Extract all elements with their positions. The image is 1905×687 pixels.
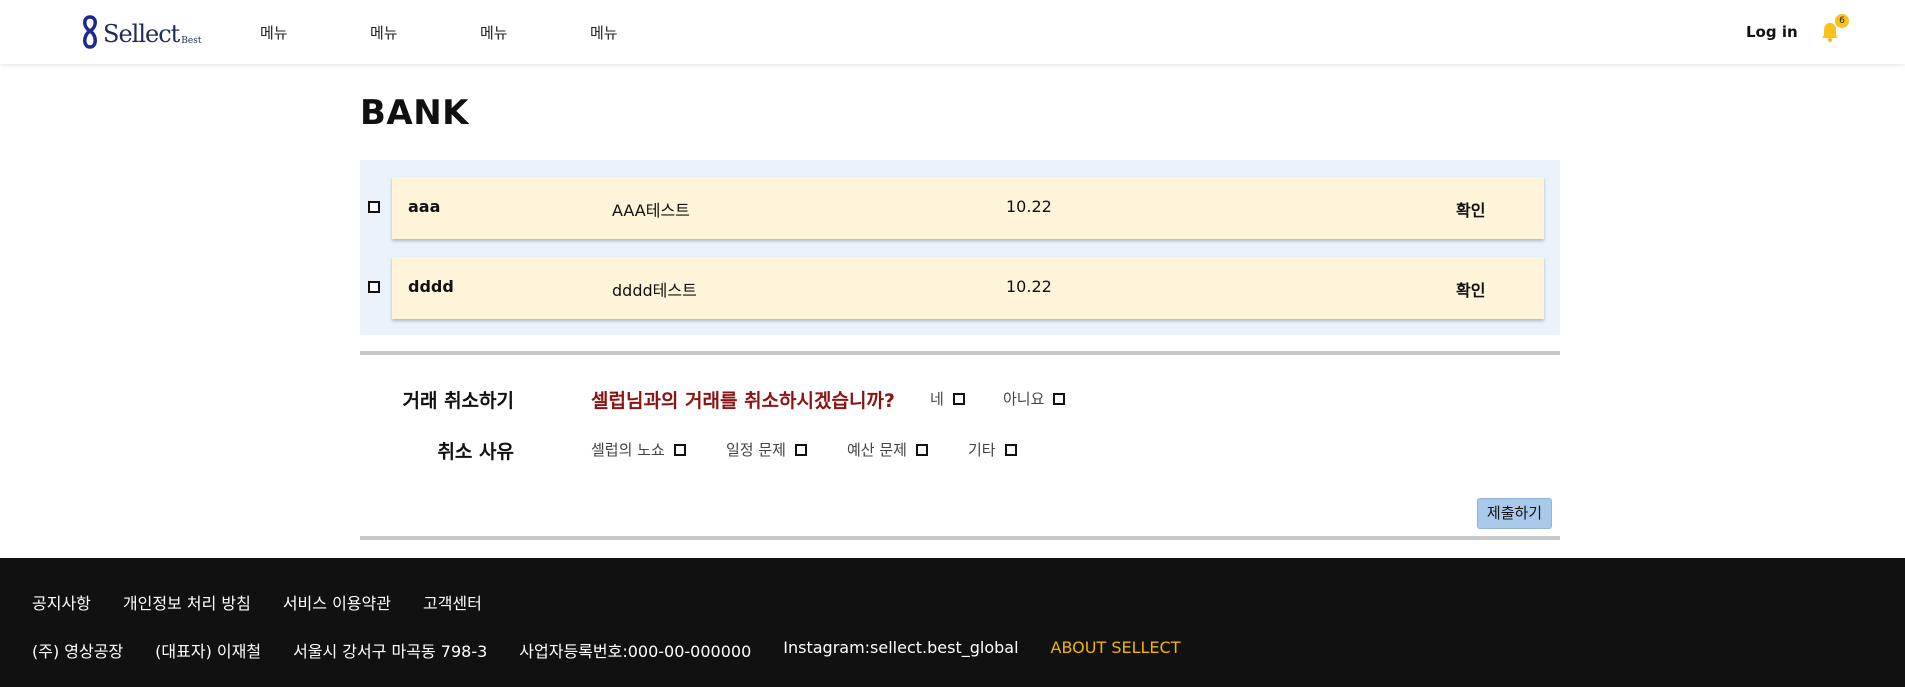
- logo-icon: [83, 15, 97, 49]
- footer-instagram: Instagram:sellect.best_global: [783, 638, 1019, 657]
- menu-item-3[interactable]: 메뉴: [480, 22, 590, 43]
- confirm-button[interactable]: 확인: [1456, 197, 1485, 221]
- menu-item-1[interactable]: 메뉴: [260, 22, 370, 43]
- footer-link-privacy[interactable]: 개인정보 처리 방침: [123, 590, 251, 614]
- footer-link-notice[interactable]: 공지사항: [32, 590, 91, 614]
- no-checkbox[interactable]: [1053, 392, 1066, 405]
- menu-item-4[interactable]: 메뉴: [590, 22, 700, 43]
- main-menu: 메뉴 메뉴 메뉴 메뉴: [260, 22, 700, 43]
- row-date: 10.22: [1006, 197, 1052, 216]
- about-link[interactable]: ABOUT SELLECT: [1051, 638, 1181, 662]
- row-description: AAA테스트: [612, 201, 690, 220]
- reason-budget-label: 예산 문제: [847, 441, 907, 459]
- cancel-label: 거래 취소하기: [402, 390, 515, 412]
- logo-text: Sellect: [103, 20, 180, 48]
- reason-schedule-label: 일정 문제: [726, 441, 786, 459]
- footer-business-no: 사업자등록번호:000-00-000000: [519, 642, 752, 661]
- row-description: dddd테스트: [612, 281, 697, 300]
- cancel-question: 셀럽님과의 거래를 취소하시겠습니까?: [591, 390, 895, 412]
- reason-other[interactable]: 기타: [968, 439, 1017, 460]
- footer-address: 서울시 강서구 마곡동 798-3: [293, 642, 488, 661]
- table-row: dddd dddd테스트 10.22 확인: [392, 257, 1544, 319]
- footer-links: 공지사항 개인정보 처리 방침 서비스 이용약관 고객센터: [32, 590, 514, 614]
- reason-other-checkbox[interactable]: [1004, 443, 1017, 456]
- submit-button[interactable]: 제출하기: [1477, 498, 1552, 529]
- reason-schedule[interactable]: 일정 문제: [726, 439, 807, 460]
- reason-schedule-checkbox[interactable]: [794, 443, 807, 456]
- page-title: BANK: [360, 93, 470, 133]
- footer-company: (주) 영상공장: [32, 642, 124, 661]
- notification-badge: 6: [1835, 14, 1849, 28]
- menu-item-2[interactable]: 메뉴: [370, 22, 480, 43]
- footer-info: (주) 영상공장 (대표자) 이재철 서울시 강서구 마곡동 798-3 사업자…: [32, 638, 1212, 662]
- top-nav-bar: Sellect Best 메뉴 메뉴 메뉴 메뉴 Log in 6: [0, 0, 1905, 64]
- row-name: aaa: [408, 197, 441, 216]
- reason-other-label: 기타: [968, 441, 996, 459]
- option-no-label: 아니요: [1003, 390, 1045, 408]
- row-checkbox[interactable]: [368, 201, 380, 213]
- section-divider: [360, 536, 1560, 540]
- confirm-button[interactable]: 확인: [1456, 277, 1485, 301]
- footer: 공지사항 개인정보 처리 방침 서비스 이용약관 고객센터 (주) 영상공장 (…: [0, 558, 1905, 687]
- option-yes[interactable]: 네: [930, 388, 965, 409]
- reason-no-show-label: 셀럽의 노쇼: [591, 441, 665, 459]
- section-divider: [360, 351, 1560, 355]
- row-checkbox[interactable]: [368, 281, 380, 293]
- footer-ceo: (대표자) 이재철: [155, 642, 262, 661]
- footer-link-terms[interactable]: 서비스 이용약관: [283, 590, 391, 614]
- table-row: aaa AAA테스트 10.22 확인: [392, 177, 1544, 239]
- reason-no-show-checkbox[interactable]: [673, 443, 686, 456]
- row-name: dddd: [408, 277, 454, 296]
- reason-budget-checkbox[interactable]: [915, 443, 928, 456]
- option-no[interactable]: 아니요: [1003, 388, 1066, 409]
- reason-label: 취소 사유: [437, 441, 514, 463]
- row-date: 10.22: [1006, 277, 1052, 296]
- footer-link-support[interactable]: 고객센터: [423, 590, 482, 614]
- yes-checkbox[interactable]: [952, 392, 965, 405]
- option-yes-label: 네: [930, 390, 944, 408]
- reason-budget[interactable]: 예산 문제: [847, 439, 928, 460]
- login-link[interactable]: Log in: [1746, 23, 1798, 41]
- sellect-logo[interactable]: Sellect Best: [79, 15, 201, 49]
- logo-subtext: Best: [181, 36, 202, 46]
- reason-no-show[interactable]: 셀럽의 노쇼: [591, 439, 686, 460]
